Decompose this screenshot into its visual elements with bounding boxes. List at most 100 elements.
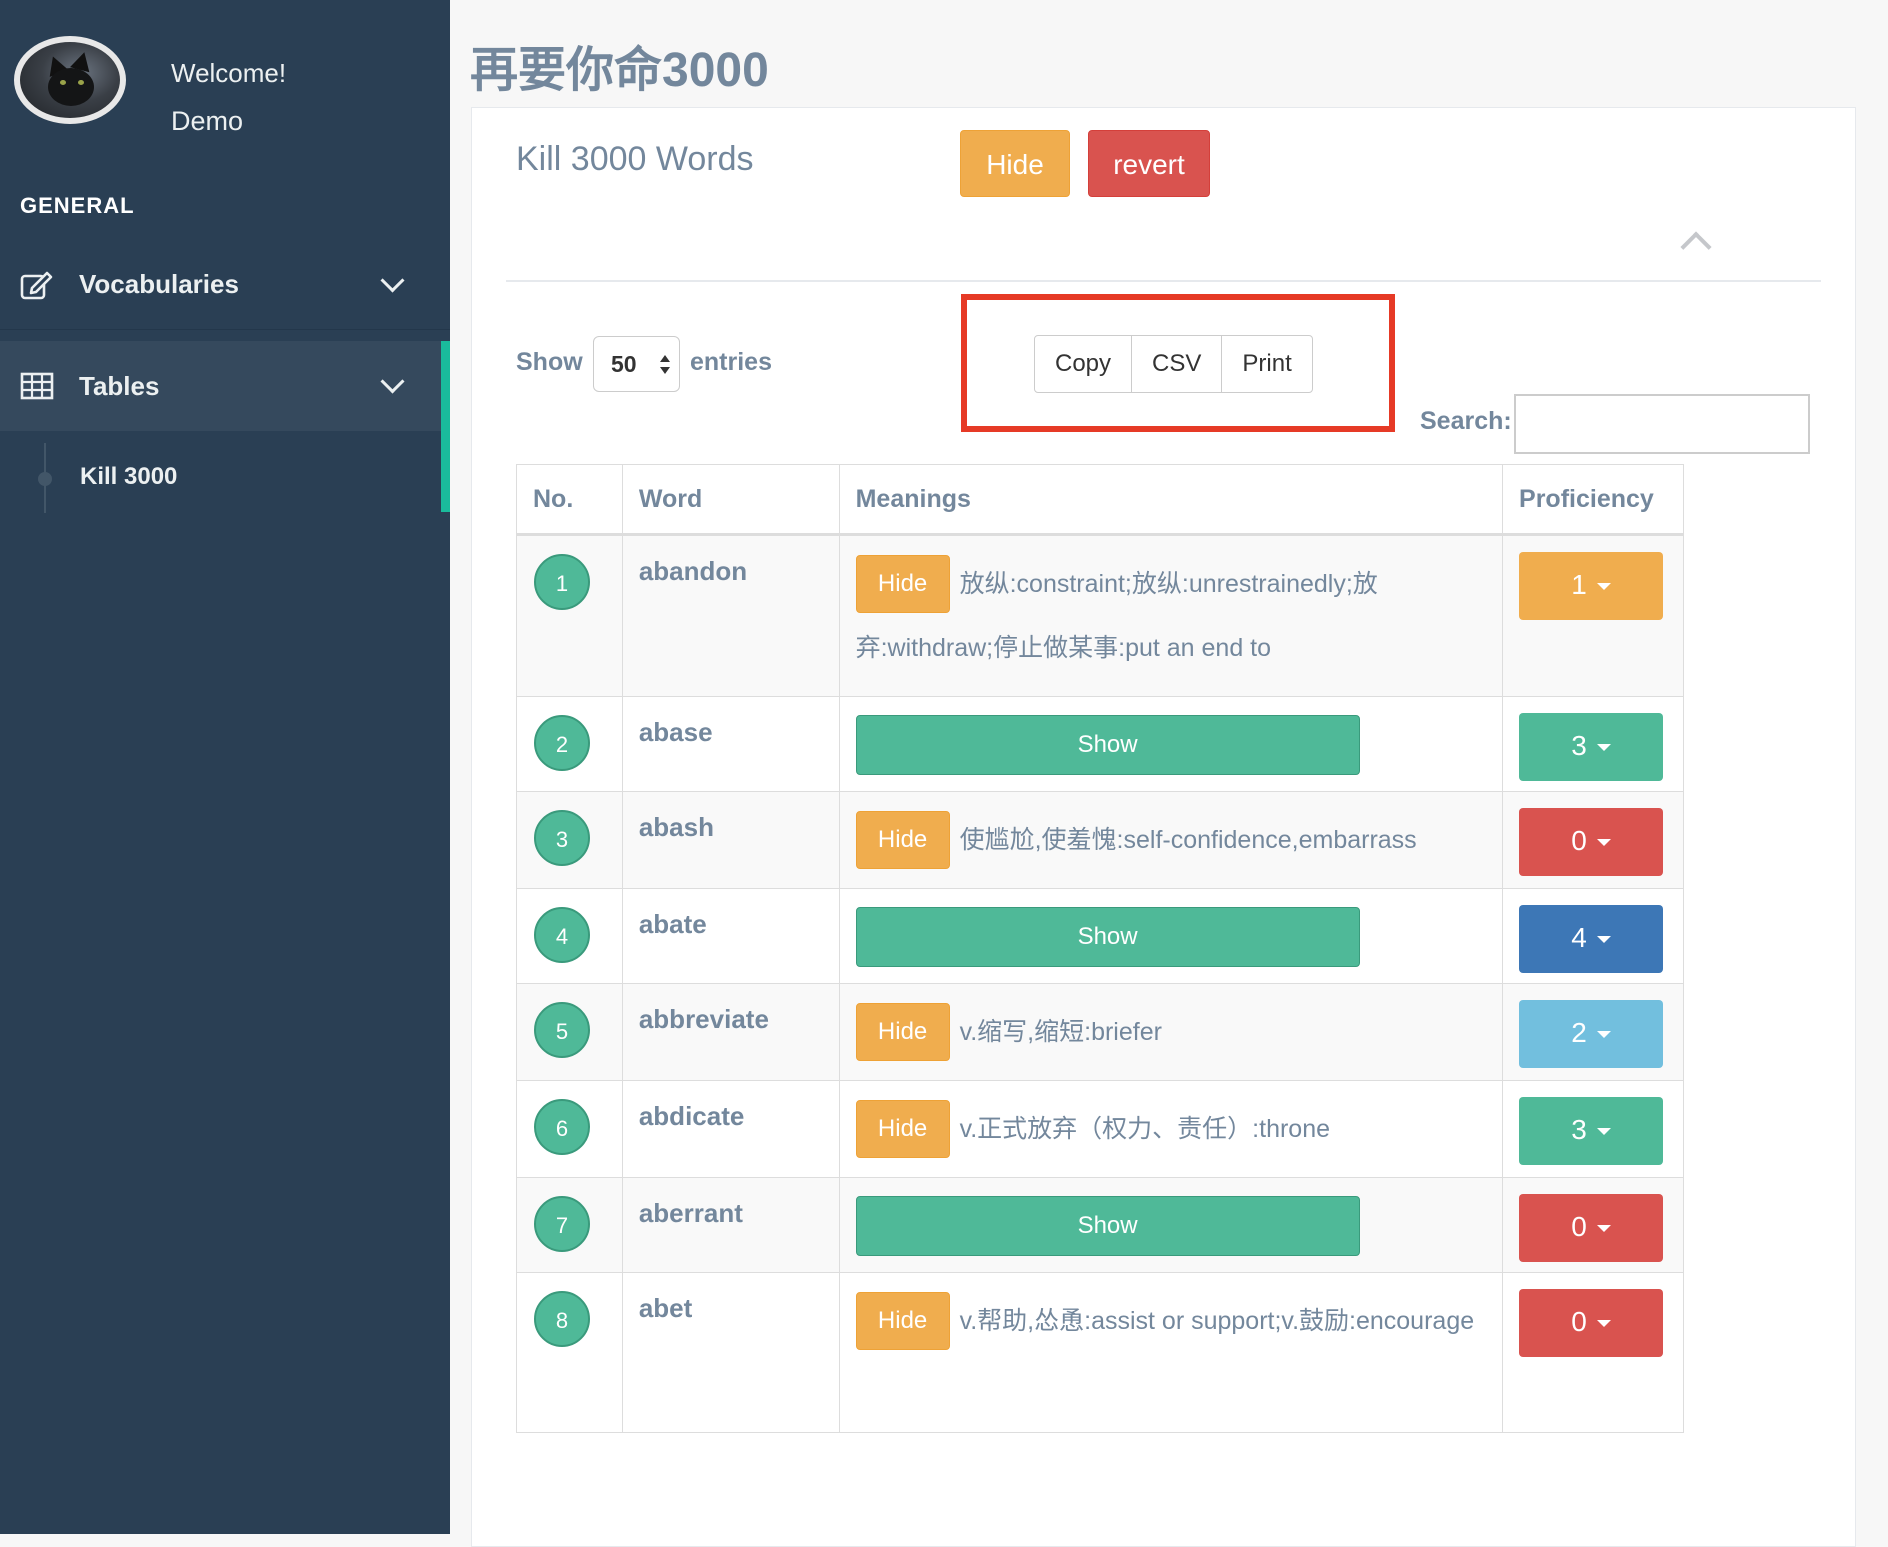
sidebar-item-label: Vocabularies bbox=[79, 269, 239, 299]
row-number-badge: 5 bbox=[534, 1002, 590, 1058]
table-row: 2 abase Show 3 bbox=[516, 696, 1684, 792]
proficiency-value: 3 bbox=[1571, 1114, 1587, 1145]
proficiency-value: 0 bbox=[1571, 825, 1587, 856]
submenu bbox=[0, 431, 441, 512]
proficiency-dropdown[interactable]: 4 bbox=[1519, 905, 1664, 973]
proficiency-dropdown[interactable]: 3 bbox=[1519, 1097, 1664, 1165]
meaning-text: 使尴尬,使羞愧:self-confidence,embarrass bbox=[959, 826, 1417, 854]
table-row: 4 abate Show 4 bbox=[516, 888, 1684, 984]
table-row: 7 aberrant Show 0 bbox=[516, 1177, 1684, 1273]
meaning-hide-button[interactable]: Hide bbox=[855, 1292, 950, 1350]
row-number-badge: 7 bbox=[534, 1196, 590, 1252]
column-header-meanings[interactable]: Meanings bbox=[838, 464, 1504, 536]
cell-word: abdicate bbox=[621, 1080, 840, 1178]
meaning-text: v.正式放弃（权力、责任）:throne bbox=[959, 1115, 1331, 1143]
cell-word: abandon bbox=[621, 534, 840, 697]
cell-meanings: Show bbox=[838, 888, 1504, 984]
cell-no: 1 bbox=[516, 534, 623, 697]
cell-no: 2 bbox=[516, 696, 623, 792]
caret-down-icon bbox=[1596, 1031, 1611, 1039]
proficiency-dropdown[interactable]: 0 bbox=[1519, 1194, 1664, 1262]
column-header-no[interactable]: No. bbox=[516, 464, 623, 536]
chevron-down-icon bbox=[380, 369, 405, 394]
caret-down-icon bbox=[1596, 936, 1611, 944]
meaning-text: v.缩写,缩短:briefer bbox=[959, 1018, 1162, 1046]
meaning-show-button[interactable]: Show bbox=[855, 1196, 1360, 1256]
sidebar-item-vocabularies[interactable]: Vocabularies bbox=[0, 240, 450, 330]
caret-down-icon bbox=[1596, 839, 1611, 847]
username: Demo bbox=[171, 106, 244, 136]
revert-button[interactable]: revert bbox=[1088, 130, 1210, 197]
export-button-group: Copy CSV Print bbox=[1034, 335, 1313, 393]
sidebar-item-tables[interactable]: Tables bbox=[0, 341, 450, 431]
cell-meanings: Show bbox=[838, 1177, 1504, 1273]
entries-label: entries bbox=[690, 348, 772, 376]
row-number-badge: 1 bbox=[534, 554, 590, 610]
proficiency-dropdown[interactable]: 0 bbox=[1519, 808, 1664, 876]
edit-icon bbox=[20, 271, 53, 299]
welcome-text: Welcome! bbox=[171, 58, 287, 88]
cell-proficiency: 3 bbox=[1502, 1080, 1684, 1178]
chevron-down-icon bbox=[380, 268, 405, 293]
proficiency-dropdown[interactable]: 1 bbox=[1519, 552, 1664, 620]
row-number-badge: 6 bbox=[534, 1099, 590, 1155]
caret-down-icon bbox=[1596, 1320, 1611, 1328]
table-row: 1 abandon Hide 放纵:constraint;放纵:unrestraine… bbox=[516, 534, 1684, 697]
meaning-show-button[interactable]: Show bbox=[855, 715, 1360, 775]
cell-word: aberrant bbox=[621, 1177, 840, 1273]
proficiency-dropdown[interactable]: 2 bbox=[1519, 1000, 1664, 1068]
sidebar-item-label: Tables bbox=[79, 370, 160, 401]
cell-proficiency: 3 bbox=[1502, 696, 1684, 792]
proficiency-value: 3 bbox=[1571, 730, 1587, 761]
entries-select[interactable]: 50 bbox=[593, 336, 680, 392]
cell-word: abbreviate bbox=[621, 983, 840, 1081]
cell-no: 5 bbox=[516, 983, 623, 1081]
search-input[interactable] bbox=[1514, 394, 1810, 454]
active-indicator bbox=[441, 341, 450, 512]
table-row: 6 abdicate Hide v.正式放弃（权力、责任）:throne 3 bbox=[516, 1080, 1684, 1178]
cell-meanings: Hide v.正式放弃（权力、责任）:throne bbox=[838, 1080, 1504, 1178]
print-button[interactable]: Print bbox=[1221, 335, 1313, 393]
sidebar: Welcome! Demo GENERAL Vocabularies Table… bbox=[0, 0, 450, 1534]
cell-proficiency: 4 bbox=[1502, 888, 1684, 984]
proficiency-value: 1 bbox=[1571, 569, 1587, 600]
proficiency-dropdown[interactable]: 3 bbox=[1519, 713, 1664, 781]
meaning-hide-button[interactable]: Hide bbox=[855, 1100, 950, 1158]
row-number-badge: 2 bbox=[534, 715, 590, 771]
csv-button[interactable]: CSV bbox=[1131, 335, 1223, 393]
table-icon bbox=[20, 372, 54, 400]
cell-no: 6 bbox=[516, 1080, 623, 1178]
cell-word: abash bbox=[621, 791, 840, 889]
sidebar-subitem-kill-3000[interactable]: Kill 3000 bbox=[80, 463, 177, 491]
cell-no: 4 bbox=[516, 888, 623, 984]
row-number-badge: 4 bbox=[534, 907, 590, 963]
table-row: 8 abet Hide v.帮助,怂恿:assist or support;v.鼓励:… bbox=[516, 1272, 1684, 1433]
section-heading-general: GENERAL bbox=[20, 193, 135, 218]
cell-meanings: Show bbox=[838, 696, 1504, 792]
words-table: No. Word Meanings Proficiency 1 abandon Hi… bbox=[516, 464, 1684, 1433]
proficiency-value: 2 bbox=[1571, 1017, 1587, 1048]
caret-down-icon bbox=[1596, 744, 1611, 752]
proficiency-value: 4 bbox=[1571, 922, 1587, 953]
column-header-word[interactable]: Word bbox=[621, 464, 840, 536]
cell-meanings: Hide v.帮助,怂恿:assist or support;v.鼓励:encou… bbox=[838, 1272, 1504, 1433]
avatar[interactable] bbox=[14, 36, 126, 124]
proficiency-dropdown[interactable]: 0 bbox=[1519, 1289, 1664, 1357]
proficiency-value: 0 bbox=[1571, 1211, 1587, 1242]
entries-value: 50 bbox=[611, 351, 637, 377]
meaning-hide-button[interactable]: Hide bbox=[855, 555, 950, 613]
meaning-hide-button[interactable]: Hide bbox=[855, 811, 950, 869]
cell-word: abase bbox=[621, 696, 840, 792]
column-header-proficiency[interactable]: Proficiency bbox=[1502, 464, 1684, 536]
meaning-text: v.帮助,怂恿:assist or support;v.鼓励:encourage bbox=[959, 1307, 1475, 1335]
cell-proficiency: 0 bbox=[1502, 1272, 1684, 1433]
meaning-hide-button[interactable]: Hide bbox=[855, 1003, 950, 1061]
meaning-show-button[interactable]: Show bbox=[855, 907, 1360, 967]
table-row: 5 abbreviate Hide v.缩写,缩短:briefer 2 bbox=[516, 983, 1684, 1081]
copy-button[interactable]: Copy bbox=[1034, 335, 1133, 393]
cell-meanings: Hide 使尴尬,使羞愧:self-confidence,embarrass bbox=[838, 791, 1504, 889]
cell-word: abet bbox=[621, 1272, 840, 1433]
search-label: Search: bbox=[1420, 407, 1512, 435]
divider bbox=[506, 280, 1821, 282]
hide-all-button[interactable]: Hide bbox=[960, 130, 1070, 197]
